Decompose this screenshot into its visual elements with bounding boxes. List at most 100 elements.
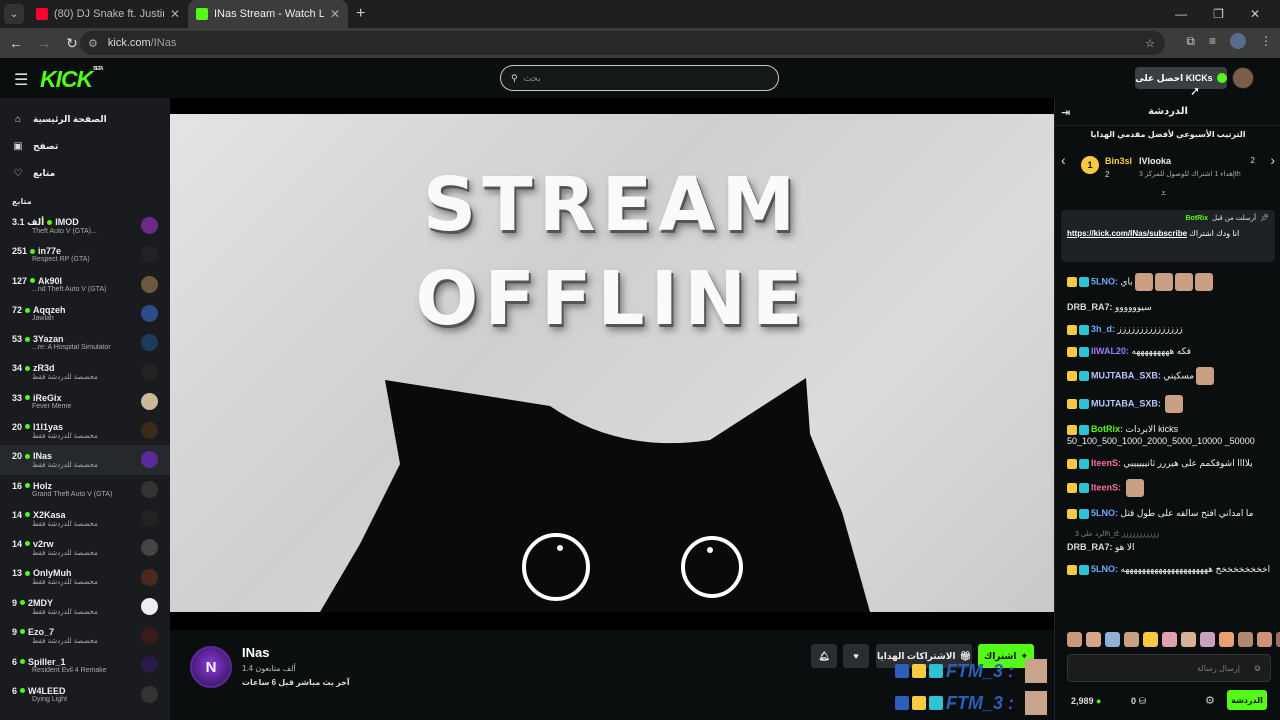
send-chat-button[interactable]: الدردشة [1227,690,1267,710]
live-dot-icon [30,248,36,254]
chat-username[interactable]: BotRix: [1091,424,1123,434]
sidebar-channel-imod[interactable]: 3.1 ألف IMOD Theft Auto V (GTA)... [0,211,170,240]
chat-input[interactable]: إرسال رسالة ☺ [1067,654,1271,682]
sidebar-channel-spiller_1[interactable]: 6 Spiller_1 Resident Evil 4 Remake [0,650,170,679]
sidebar-channel-zr3d[interactable]: 34 zR3d مخصصة للدردشة فقط [0,357,170,386]
emote-icon[interactable] [1124,632,1139,647]
site-info-icon[interactable]: ⚙ [88,37,98,50]
emote-icon[interactable] [1181,632,1196,647]
emote-icon[interactable] [1219,632,1234,647]
sidebar-channel-in77e[interactable]: 251 in77e Respect RP (GTA) [0,240,170,269]
channel-name: Ezo_7 [28,626,55,637]
viewer-count: 14 [12,509,23,520]
emoji-icon[interactable]: ☺ [1253,663,1262,673]
sidebar-channel-ezo_7[interactable]: 9 Ezo_7 مخصصة للدردشة فقط [0,621,170,650]
emote-icon[interactable] [1143,632,1158,647]
chat-message: 5LNO: اخخخخخخخخخ هههههههههههههههههههههه [1067,558,1273,580]
chevron-left-icon[interactable]: ‹ [1061,152,1066,168]
sidebar-channel-aqqzeh[interactable]: 72 Aqqzeh Jawlah [0,299,170,328]
reply-context: الرد على 3h_d: ززززززززززز [1075,531,1159,538]
chat-username[interactable]: 5LNO: [1091,564,1118,574]
sidebar-channel-onlymuh[interactable]: 13 OnlyMuh مخصصة للدردشة فقط [0,563,170,592]
notifications-button[interactable]: 🔔︎ [811,644,837,668]
chat-username[interactable]: MUJTABA_SXB: [1091,398,1161,408]
chat-username[interactable]: IteenS: [1091,482,1121,492]
nav-browse[interactable]: ▣ تصفح [0,133,170,160]
chat-settings-icon[interactable]: ⚙ [1205,694,1215,707]
chat-username[interactable]: MUJTABA_SXB: [1091,370,1161,380]
sidebar-channel-l1l1yas[interactable]: 20 l1l1yas مخصصة للدردشة فقط [0,416,170,445]
browser-tab-strip: ⌄ (80) DJ Snake ft. Justin Bieber - ✕ IN… [0,0,1280,28]
sidebar-channel-w4leed[interactable]: 6 W4LEED Dying Light [0,680,170,709]
sidebar-channel-iregix[interactable]: 33 iReGix Fever Meme [0,387,170,416]
emote-icon[interactable] [1276,632,1280,647]
sidebar-channel-v2rw[interactable]: 14 v2rw مخصصة للدردشة فقط [0,533,170,562]
follow-button[interactable]: ♥ [843,644,869,668]
points-display[interactable]: 2,989 ● [1071,696,1101,706]
extensions-icon[interactable]: ⧉ [1186,34,1195,49]
emote-icon [1134,273,1153,291]
search-input[interactable]: ⚲ بحث [500,65,779,91]
chat-message: IIWAL20: فكه هههههههههه [1067,340,1273,362]
sidebar-channel-ak90l[interactable]: 127 Ak90l ...nd Theft Auto V (GTA) [0,270,170,299]
browser-tab-kick[interactable]: INas Stream - Watch Live on Ki ✕ [188,0,348,28]
emote-icon[interactable] [1086,632,1101,647]
sidebar-channel-x2kasa[interactable]: 14 X2Kasa مخصصة للدردشة فقط [0,504,170,533]
second-gifter-name[interactable]: lVlooka [1139,156,1171,166]
chat-username[interactable]: 5LNO: [1091,276,1118,286]
browser-tab-youtube[interactable]: (80) DJ Snake ft. Justin Bieber - ✕ [28,0,188,28]
chat-username[interactable]: 3h_d: [1091,324,1115,334]
kick-logo[interactable]: KICKBETA [40,66,104,93]
user-avatar[interactable] [1232,67,1254,89]
chat-username[interactable]: DRB_RA7: [1067,542,1113,552]
kicks-balance[interactable]: 0 ⛁ [1131,696,1146,707]
url-host: kick.com [107,37,151,49]
media-icon[interactable]: ≡ [1209,34,1216,48]
hamburger-menu-icon[interactable]: ☰ [14,70,28,90]
chat-username[interactable]: 5LNO: [1091,508,1118,518]
sidebar-channel-2mdy[interactable]: 9 2MDY مخصصة للدردشة فقط [0,592,170,621]
subscribe-link[interactable]: https://kick.com/INas/subscribe [1067,229,1187,238]
address-bar[interactable]: ⚙ kick.com/INas ☆ [80,31,1165,55]
sidebar-channel-3yazan[interactable]: 53 3Yazan ...re: A Hospital Simulator [0,328,170,357]
get-kicks-button[interactable]: احصل على KICKs [1135,67,1227,89]
close-tab-icon[interactable]: ✕ [330,7,340,21]
channel-name: 2MDY [28,597,54,608]
emote-icon[interactable] [1238,632,1253,647]
top-gifter-name[interactable]: Bin3sl [1105,156,1132,166]
channel-name[interactable]: INas [242,645,269,660]
chat-username[interactable]: DRB_RA7: [1067,302,1113,312]
close-window-icon[interactable]: ✕ [1250,7,1260,21]
expand-icon[interactable]: ⩡ [1161,188,1166,199]
home-icon: ⌂ [14,114,22,125]
emote-icon[interactable] [1162,632,1177,647]
chat-username[interactable]: IteenS: [1091,458,1121,468]
profile-avatar[interactable] [1230,33,1246,49]
emote-icon[interactable] [1257,632,1272,647]
nav-following[interactable]: ♡ متابع [0,160,170,187]
bookmark-star-icon[interactable]: ☆ [1145,37,1155,50]
back-icon[interactable]: ← [2,35,30,51]
channel-avatar[interactable]: N [190,646,232,688]
collapse-chat-icon[interactable]: ⇥ [1061,106,1070,119]
pinned-author[interactable]: BotRix [1185,215,1208,222]
nav-home[interactable]: ⌂ الصفحة الرئيسية [0,106,170,133]
chat-text: الا هو [1115,542,1135,552]
restore-icon[interactable]: ❐ [1213,7,1224,21]
sidebar-channel-holz[interactable]: 16 Holz Grand Theft Auto V (GTA) [0,475,170,504]
minimize-icon[interactable]: — [1175,7,1187,21]
tab-search-icon[interactable]: ⌄ [4,4,24,24]
pinned-body: انا ودك اشتراك [1189,229,1240,238]
emote-icon[interactable] [1067,632,1082,647]
emote-icon[interactable] [1105,632,1120,647]
close-tab-icon[interactable]: ✕ [170,7,180,21]
new-tab-icon[interactable]: + [356,5,365,23]
viewer-count: 53 [12,334,23,345]
emote-icon[interactable] [1200,632,1215,647]
sidebar-channel-inas[interactable]: 20 INas مخصصة للدردشة فقط [0,445,170,475]
menu-kebab-icon[interactable]: ⋮ [1260,34,1272,48]
chat-username[interactable]: IIWAL20: [1091,346,1129,356]
video-player[interactable]: STREAM OFFLINE [170,98,1054,630]
chevron-right-icon[interactable]: › [1270,152,1275,168]
forward-icon[interactable]: → [30,35,58,51]
